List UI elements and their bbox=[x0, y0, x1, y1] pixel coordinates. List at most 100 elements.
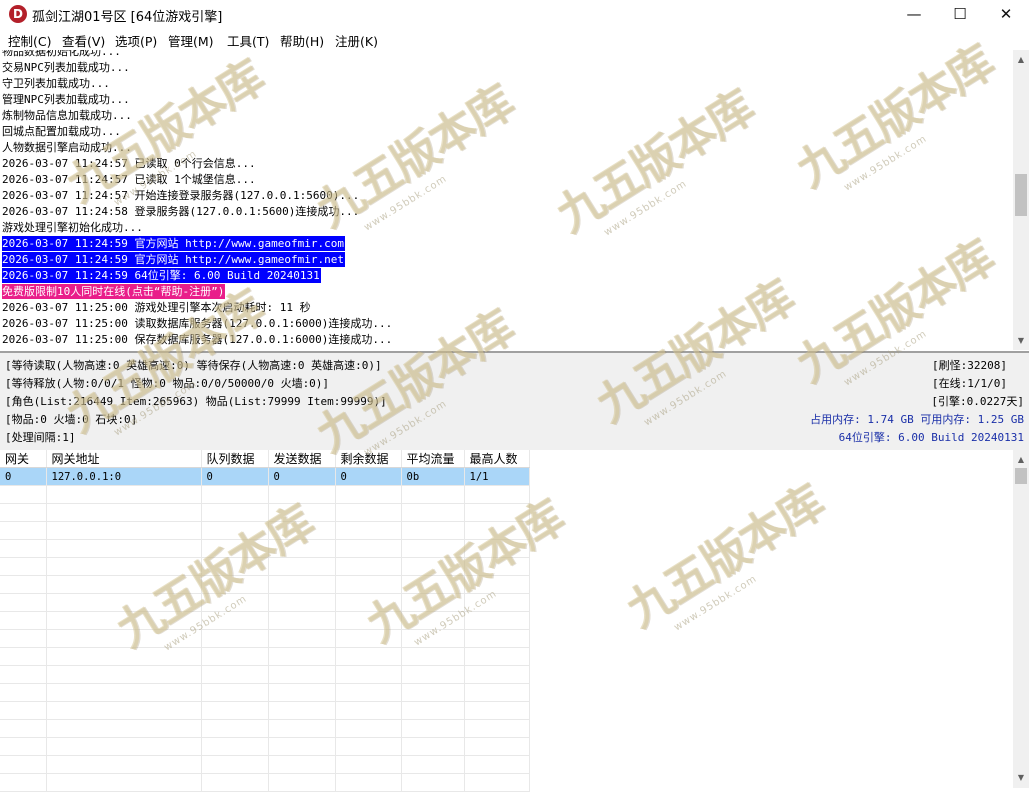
table-cell bbox=[335, 737, 402, 756]
table-cell bbox=[663, 539, 730, 558]
table-row[interactable] bbox=[0, 683, 730, 702]
column-header[interactable]: 最高人数 bbox=[464, 450, 530, 468]
menu-tools[interactable]: 工具(T) bbox=[227, 31, 269, 50]
scroll-up-arrow-icon[interactable]: ▲ bbox=[1013, 452, 1029, 468]
table-row[interactable]: 0 127.0.0.1:0 0 0 0 0b 1/1 bbox=[0, 467, 730, 486]
scroll-up-arrow-icon[interactable]: ▲ bbox=[1013, 52, 1029, 68]
log-scrollbar-thumb[interactable] bbox=[1015, 174, 1027, 216]
table-cell bbox=[268, 755, 336, 774]
menu-help[interactable]: 帮助(H) bbox=[280, 31, 324, 50]
table-cell bbox=[46, 701, 202, 720]
table-cell bbox=[335, 521, 402, 540]
table-cell bbox=[663, 755, 730, 774]
grid-scrollbar[interactable]: ▲ ▼ bbox=[1013, 450, 1029, 788]
table-cell bbox=[268, 485, 336, 504]
scroll-down-arrow-icon[interactable]: ▼ bbox=[1013, 770, 1029, 786]
table-cell bbox=[268, 701, 336, 720]
table-row[interactable] bbox=[0, 503, 730, 522]
table-cell bbox=[529, 503, 596, 522]
table-cell bbox=[663, 593, 730, 612]
scroll-down-arrow-icon[interactable]: ▼ bbox=[1013, 333, 1029, 349]
table-cell: 0 bbox=[0, 467, 47, 486]
table-row[interactable] bbox=[0, 557, 730, 576]
table-cell bbox=[401, 737, 465, 756]
table-row[interactable] bbox=[0, 629, 730, 648]
table-cell bbox=[529, 773, 596, 792]
table-row[interactable] bbox=[0, 755, 730, 774]
menu-register[interactable]: 注册(K) bbox=[335, 31, 378, 50]
table-cell bbox=[663, 575, 730, 594]
table-row[interactable] bbox=[0, 719, 730, 738]
table-cell bbox=[663, 629, 730, 648]
close-button[interactable]: ✕ bbox=[983, 0, 1029, 28]
grid-scrollbar-thumb[interactable] bbox=[1015, 468, 1027, 484]
status-refresh: [刷怪:32208] bbox=[932, 359, 1007, 372]
column-header-empty[interactable] bbox=[529, 450, 596, 468]
table-row[interactable] bbox=[0, 575, 730, 594]
column-header[interactable]: 发送数据 bbox=[268, 450, 336, 468]
table-cell bbox=[268, 593, 336, 612]
table-cell: 127.0.0.1:0 bbox=[46, 467, 202, 486]
table-cell bbox=[201, 503, 269, 522]
menu-view[interactable]: 查看(V) bbox=[62, 31, 105, 50]
table-cell bbox=[464, 701, 530, 720]
menu-manage[interactable]: 管理(M) bbox=[168, 31, 214, 50]
table-row[interactable] bbox=[0, 485, 730, 504]
table-cell bbox=[663, 611, 730, 630]
table-cell bbox=[596, 593, 663, 612]
table-row[interactable] bbox=[0, 773, 730, 792]
table-cell bbox=[529, 485, 596, 504]
menu-bar: 控制(C) 查看(V) 选项(P) 管理(M) 工具(T) 帮助(H) 注册(K… bbox=[0, 28, 1029, 51]
table-cell bbox=[0, 737, 47, 756]
table-cell bbox=[401, 719, 465, 738]
maximize-button[interactable]: ☐ bbox=[937, 0, 983, 28]
table-row[interactable] bbox=[0, 665, 730, 684]
table-cell: 0 bbox=[201, 467, 269, 486]
table-cell bbox=[401, 575, 465, 594]
table-row[interactable] bbox=[0, 611, 730, 630]
status-panel: [等待读取(人物高速:0 英雄高速:0) 等待保存(人物高速:0 英雄高速:0)… bbox=[0, 351, 1029, 452]
table-cell bbox=[335, 611, 402, 630]
log-scrollbar[interactable]: ▲ ▼ bbox=[1013, 50, 1029, 350]
table-row[interactable] bbox=[0, 521, 730, 540]
column-header[interactable]: 网关 bbox=[0, 450, 47, 468]
minimize-button[interactable]: — bbox=[891, 0, 937, 28]
table-cell bbox=[529, 647, 596, 666]
table-cell bbox=[464, 611, 530, 630]
column-header[interactable]: 平均流量 bbox=[401, 450, 465, 468]
table-cell bbox=[663, 773, 730, 792]
status-wait-read: [等待读取(人物高速:0 英雄高速:0) 等待保存(人物高速:0 英雄高速:0)… bbox=[5, 359, 382, 372]
table-cell bbox=[401, 539, 465, 558]
column-header[interactable]: 剩余数据 bbox=[335, 450, 402, 468]
table-cell bbox=[464, 575, 530, 594]
table-cell bbox=[663, 503, 730, 522]
status-version: 64位引擎: 6.00 Build 20240131 bbox=[838, 431, 1024, 444]
table-cell bbox=[335, 683, 402, 702]
table-cell bbox=[529, 611, 596, 630]
status-interval: [处理间隔:1] bbox=[5, 431, 76, 444]
column-header[interactable]: 队列数据 bbox=[201, 450, 269, 468]
log-line: 2026-03-07 11:25:00 保存数据库服务器(127.0.0.1:6… bbox=[2, 333, 393, 346]
column-header-empty[interactable] bbox=[596, 450, 663, 468]
gateway-grid: 网关 网关地址 队列数据 发送数据 剩余数据 平均流量 最高人数 0 127.0.0.1:0 0… bbox=[0, 450, 1013, 792]
table-row[interactable] bbox=[0, 593, 730, 612]
menu-options[interactable]: 选项(P) bbox=[115, 31, 157, 50]
table-cell bbox=[596, 719, 663, 738]
table-row[interactable] bbox=[0, 539, 730, 558]
table-row[interactable] bbox=[0, 647, 730, 666]
table-cell bbox=[0, 575, 47, 594]
table-cell bbox=[201, 539, 269, 558]
table-cell bbox=[335, 755, 402, 774]
column-header-empty[interactable] bbox=[663, 450, 730, 468]
menu-control[interactable]: 控制(C) bbox=[8, 31, 51, 50]
table-row[interactable] bbox=[0, 737, 730, 756]
log-pane[interactable]: 物品数据初始化成功... 交易NPC列表加载成功... 守卫列表加载成功... 管理N… bbox=[0, 50, 1013, 350]
table-cell bbox=[663, 737, 730, 756]
column-header[interactable]: 网关地址 bbox=[46, 450, 202, 468]
table-cell bbox=[268, 773, 336, 792]
table-cell bbox=[46, 611, 202, 630]
table-cell bbox=[201, 665, 269, 684]
table-cell bbox=[529, 629, 596, 648]
table-cell bbox=[201, 629, 269, 648]
table-row[interactable] bbox=[0, 701, 730, 720]
